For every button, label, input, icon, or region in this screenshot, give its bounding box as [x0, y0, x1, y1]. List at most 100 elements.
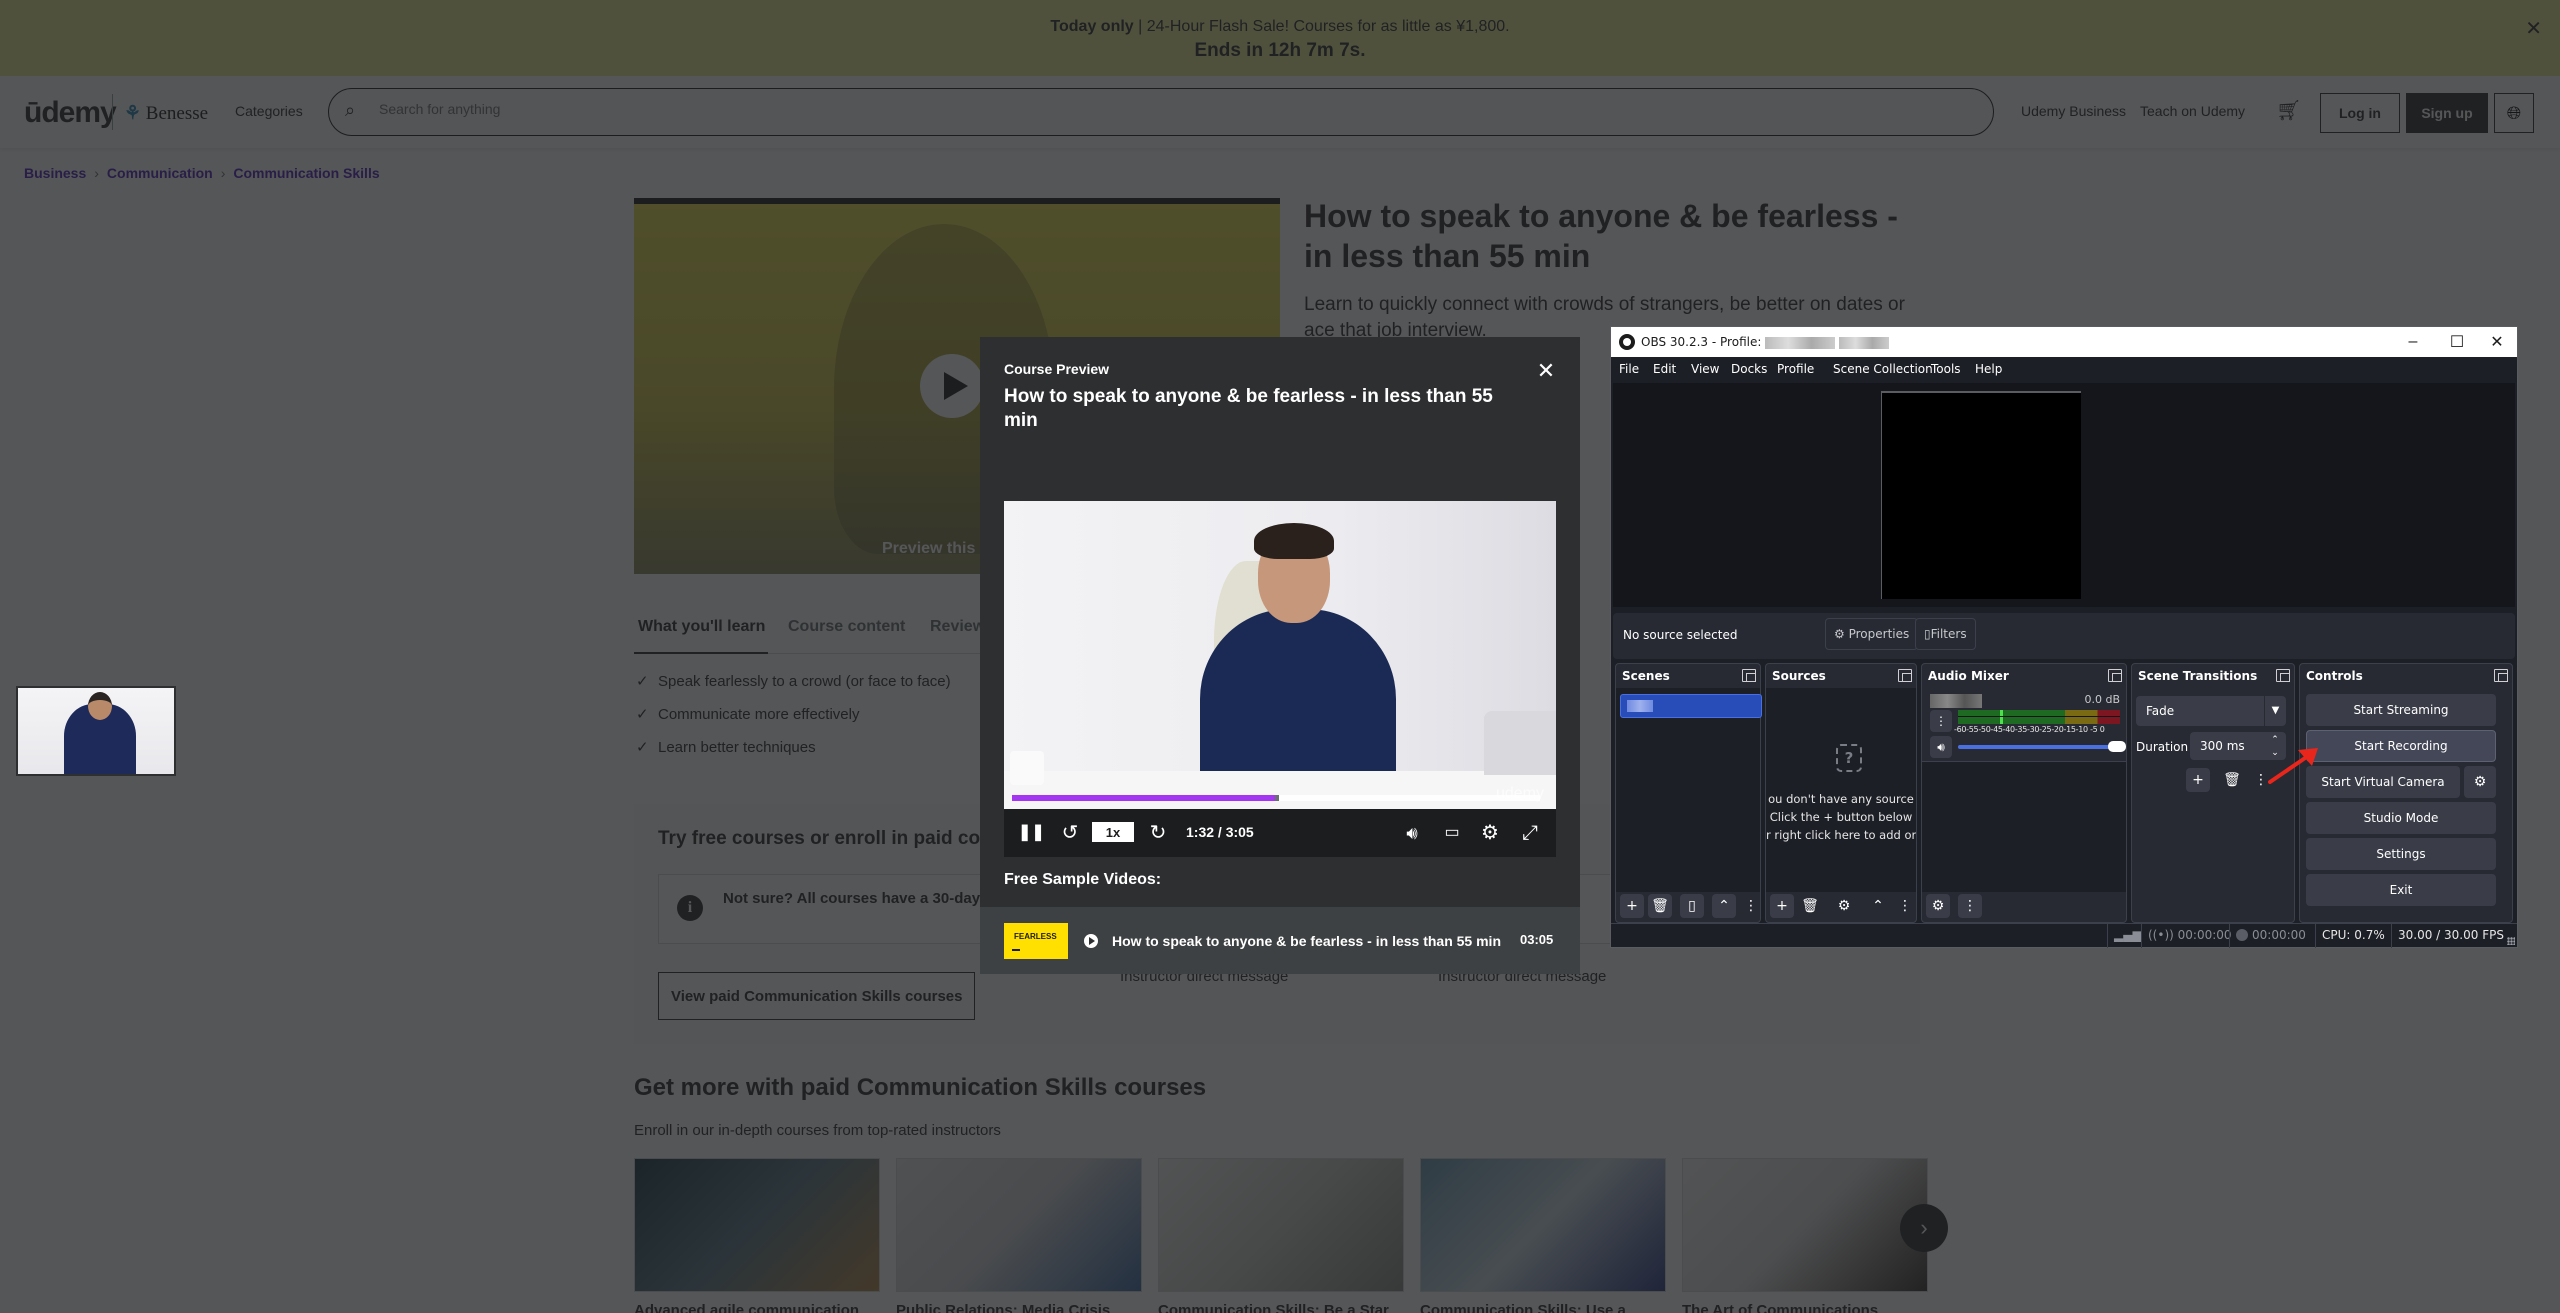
menu-tools[interactable]: Tools [1931, 362, 1961, 376]
obs-preview-area[interactable] [1613, 383, 2515, 607]
sample-video-item[interactable]: FEARLESS How to speak to anyone & be fea… [980, 907, 1580, 974]
resize-grip-icon[interactable] [2507, 937, 2515, 945]
dock-header: Controls [2300, 664, 2512, 688]
scenes-toolbar: + 🗑︎ ▯ ⌃ ⋮ [1616, 890, 1760, 922]
play-icon[interactable] [1084, 934, 1098, 948]
rewind-icon[interactable]: ↺ [1058, 821, 1082, 845]
exit-button[interactable]: Exit [2306, 874, 2496, 906]
chevron-up-icon[interactable]: ⌃ [1712, 894, 1736, 918]
obs-statusbar: ▂▄▆ ((•)) 00:00:00 00:00:00 CPU: 0.7% 30… [1611, 923, 2517, 948]
gear-icon[interactable]: ⚙ [1832, 894, 1856, 918]
undock-icon[interactable] [1742, 669, 1756, 682]
record-time: 00:00:00 [2252, 928, 2306, 942]
stream-icon: ((•)) [2148, 928, 2174, 942]
pause-icon[interactable]: ❚❚ [1018, 821, 1045, 845]
fullscreen-icon[interactable]: ⤢ [1518, 821, 1542, 845]
duration-label: Duration [2136, 740, 2189, 754]
dock-title: Controls [2306, 669, 2363, 683]
forward-icon[interactable]: ↻ [1146, 821, 1170, 845]
video-laptop [1484, 711, 1556, 775]
video-table [1004, 771, 1556, 809]
stream-status: ((•)) 00:00:00 [2141, 924, 2232, 948]
duration-spinbox[interactable]: 300 ms ⌃ ⌄ [2190, 732, 2286, 760]
menu-docks[interactable]: Docks [1731, 362, 1767, 376]
maximize-icon[interactable]: ☐ [2437, 329, 2477, 355]
fps-readout: 30.00 / 30.00 FPS [2391, 924, 2517, 948]
volume-icon[interactable]: 🔊︎ [1400, 821, 1424, 845]
video-frame[interactable]: udemy [1004, 501, 1556, 809]
more-options-icon[interactable]: ⋮ [1958, 894, 1982, 918]
gear-icon[interactable]: ⚙ [2464, 766, 2496, 798]
more-options-icon[interactable]: ⋮ [1898, 894, 1912, 918]
menu-profile[interactable]: Profile [1777, 362, 1814, 376]
filters-icon[interactable]: ▯ [1680, 894, 1704, 918]
duration-value: 300 ms [2200, 739, 2245, 753]
redacted-channel-name [1930, 694, 1982, 708]
undock-icon[interactable] [2108, 669, 2122, 682]
obs-canvas[interactable] [1881, 391, 2081, 599]
trash-icon[interactable]: 🗑︎ [2220, 768, 2244, 792]
chevron-down-icon[interactable]: ⌄ [2266, 746, 2284, 759]
settings-gear-icon[interactable]: ⚙ [1478, 821, 1502, 845]
close-icon[interactable]: ✕ [2477, 329, 2517, 355]
undock-icon[interactable] [2276, 669, 2290, 682]
studio-mode-button[interactable]: Studio Mode [2306, 802, 2496, 834]
trash-icon[interactable]: 🗑︎ [1798, 894, 1822, 918]
scene-transitions-dock: Scene Transitions Fade ▼ Duration 300 ms ⌃… [2131, 663, 2295, 923]
webcam-overlay[interactable] [16, 686, 176, 776]
more-options-icon[interactable]: ⋮ [1744, 894, 1758, 918]
filters-button[interactable]: ▯Filters [1915, 618, 1976, 650]
source-toolbar: No source selected ⚙ Properties ▯Filters [1613, 613, 2515, 659]
video-player[interactable]: udemy ❚❚ ↺ 1x ↻ 1:32 / 3:05 🔊︎ ▭ ⚙ ⤢ [1004, 501, 1556, 857]
record-icon [2236, 929, 2248, 941]
volume-slider[interactable] [1958, 741, 2126, 752]
obs-menubar: File Edit View Docks Profile Scene Colle… [1611, 357, 2517, 381]
scenes-list[interactable] [1616, 688, 1762, 892]
redacted-profile [1839, 336, 1890, 349]
close-icon[interactable]: ✕ [1534, 359, 1558, 383]
obs-titlebar[interactable]: OBS 30.2.3 - Profile: – ☐ ✕ [1611, 327, 2517, 357]
free-samples-heading: Free Sample Videos: [1004, 871, 1162, 888]
chevron-up-icon[interactable]: ⌃ [2266, 733, 2284, 746]
menu-help[interactable]: Help [1975, 362, 2002, 376]
scene-item-selected[interactable] [1620, 694, 1762, 718]
course-preview-modal: Course Preview How to speak to anyone & … [980, 337, 1580, 974]
playback-speed-button[interactable]: 1x [1092, 822, 1134, 842]
menu-edit[interactable]: Edit [1653, 362, 1676, 376]
add-icon[interactable]: + [2186, 768, 2210, 792]
start-recording-button[interactable]: Start Recording [2306, 730, 2496, 762]
sources-list[interactable]: ? ou don't have any source Click the + b… [1766, 688, 1916, 892]
advanced-audio-gear-icon[interactable]: ⚙ [1926, 894, 1950, 918]
more-options-icon[interactable]: ⋮ [1930, 710, 1952, 732]
chevron-down-icon[interactable]: ▼ [2264, 696, 2286, 726]
trash-icon[interactable]: 🗑︎ [1648, 894, 1672, 918]
add-icon[interactable]: + [1620, 894, 1644, 918]
undock-icon[interactable] [1898, 669, 1912, 682]
meter-peak [2000, 710, 2003, 724]
obs-logo-icon [1619, 334, 1635, 350]
sample-duration: 03:05 [1520, 932, 1554, 947]
chevron-up-icon[interactable]: ⌃ [1866, 894, 1890, 918]
captions-icon[interactable]: ▭ [1440, 821, 1464, 845]
volume-slider-handle[interactable] [2108, 741, 2126, 752]
video-progress-bar[interactable] [1012, 795, 1540, 801]
channel-db: 0.0 dB [2084, 693, 2120, 706]
progress-handle[interactable] [1274, 795, 1279, 801]
start-streaming-button[interactable]: Start Streaming [2306, 694, 2496, 726]
stream-time: 00:00:00 [2177, 928, 2232, 942]
properties-button[interactable]: ⚙ Properties [1825, 618, 1919, 650]
menu-view[interactable]: View [1691, 362, 1719, 376]
minimize-icon[interactable]: – [2393, 329, 2433, 355]
sample-title[interactable]: How to speak to anyone & be fearless - i… [1112, 933, 1501, 949]
transition-select[interactable]: Fade ▼ [2136, 696, 2286, 726]
settings-button[interactable]: Settings [2306, 838, 2496, 870]
presenter-hair [1254, 523, 1334, 559]
add-icon[interactable]: + [1770, 894, 1794, 918]
volume-icon[interactable]: 🔊︎ [1930, 736, 1952, 758]
undock-icon[interactable] [2494, 669, 2508, 682]
menu-scene-collection[interactable]: Scene Collection [1833, 362, 1933, 376]
menu-file[interactable]: File [1619, 362, 1639, 376]
more-options-icon[interactable]: ⋮ [2254, 768, 2268, 792]
webcam-head [88, 692, 112, 720]
start-virtual-camera-button[interactable]: Start Virtual Camera [2306, 766, 2460, 798]
